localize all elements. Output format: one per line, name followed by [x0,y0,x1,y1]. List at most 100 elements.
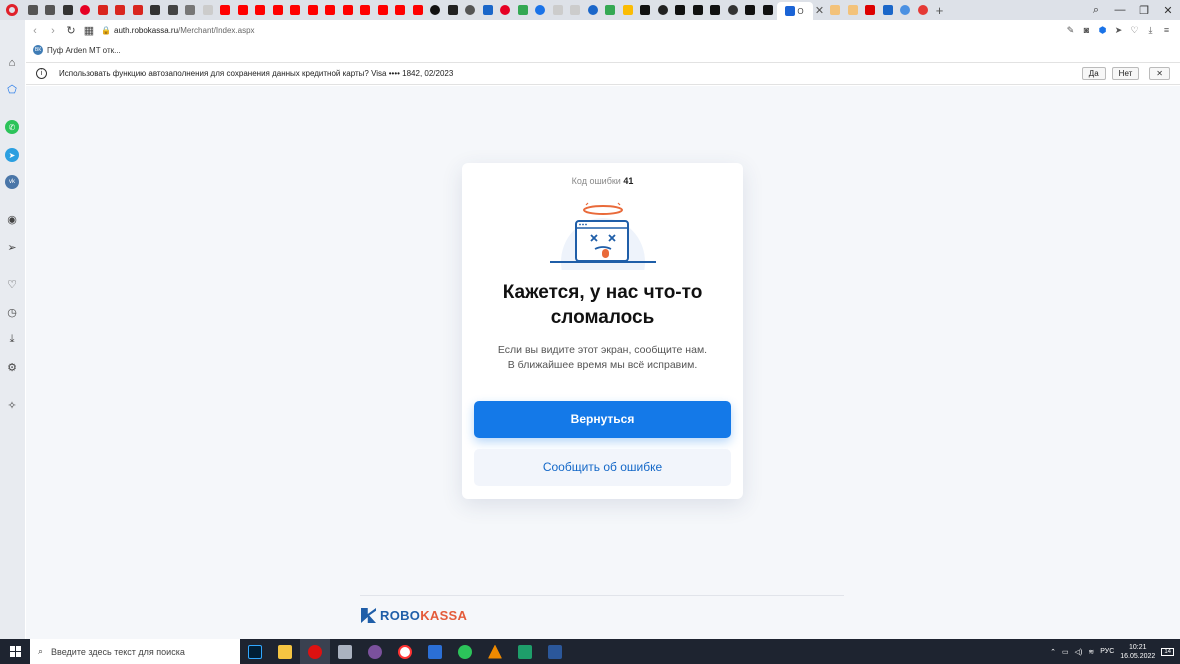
tab[interactable] [94,2,112,18]
tab[interactable] [444,2,462,18]
word-icon[interactable] [540,639,570,664]
tab[interactable] [182,2,200,18]
minimize-icon[interactable]: — [1108,4,1132,16]
download-icon[interactable]: ⤓ [1145,25,1156,36]
tab[interactable] [827,2,845,18]
tab[interactable] [724,2,742,18]
calculator-icon[interactable] [330,639,360,664]
vlc-icon[interactable] [480,639,510,664]
tab[interactable] [897,2,915,18]
tab-drive[interactable] [602,2,620,18]
taskbar-search[interactable]: ⌕ Введите здесь текст для поиска [30,639,240,664]
tab-audio[interactable] [862,2,880,18]
flow-icon[interactable]: ➢ [5,240,19,254]
tab-active-robokassa[interactable]: O [776,2,813,20]
autofill-no-button[interactable]: Нет [1111,67,1140,80]
tab-tiktok[interactable] [689,2,707,18]
tab[interactable] [584,2,602,18]
autofill-yes-button[interactable]: Да [1081,67,1106,80]
bookmark-item[interactable]: Пуф Arden MT отк... [47,46,121,55]
telegram-icon[interactable]: ➤ [5,148,19,162]
tab[interactable] [844,2,862,18]
clock[interactable]: 10:21 16.05.2022 [1120,643,1155,661]
tab-youtube[interactable] [322,2,340,18]
tab[interactable] [879,2,897,18]
tab[interactable] [59,2,77,18]
bookmarks-heart-icon[interactable]: ♡ [5,277,19,291]
tab-search-icon[interactable]: ⌕ [1084,4,1108,17]
tab-youtube[interactable] [269,2,287,18]
file-explorer-icon[interactable] [270,639,300,664]
tab[interactable] [112,2,130,18]
robokassa-logo[interactable]: ROBOKASSA [361,608,467,623]
yandex-browser-icon[interactable] [390,639,420,664]
defender-icon[interactable] [420,639,450,664]
downloads-icon[interactable]: ⤓ [5,332,19,346]
tab[interactable] [497,2,515,18]
tab-tiktok[interactable] [759,2,777,18]
notifications-icon[interactable]: 14 [1161,647,1174,656]
settings-gear-icon[interactable]: ⚙ [5,360,19,374]
lock-icon[interactable]: 🔒 [98,26,114,35]
tab[interactable] [549,2,567,18]
reload-icon[interactable]: ↻ [62,24,80,37]
tab[interactable] [129,2,147,18]
tab-drive[interactable] [619,2,637,18]
tab-youtube[interactable] [392,2,410,18]
tab[interactable] [914,2,932,18]
whatsapp-icon[interactable]: ✆ [5,120,19,134]
tab-youtube[interactable] [304,2,322,18]
tab-tiktok[interactable] [742,2,760,18]
tab-grid[interactable] [42,2,60,18]
close-window-icon[interactable]: ✕ [1156,4,1180,17]
tab-youtube[interactable] [374,2,392,18]
start-button[interactable] [0,639,30,664]
forward-icon[interactable]: › [44,25,62,37]
volume-icon[interactable]: ◁) [1075,648,1083,656]
url-field[interactable]: auth.robokassa.ru/Merchant/Index.aspx [114,26,1065,35]
tips-bulb-icon[interactable]: ✧ [5,398,19,412]
tray-chevron-icon[interactable]: ⌃ [1050,648,1056,656]
edit-icon[interactable]: ✎ [1065,25,1076,36]
new-tab-icon[interactable]: + [932,3,948,18]
heart-icon[interactable]: ♡ [1129,25,1140,36]
photoshop-icon[interactable] [240,639,270,664]
tab[interactable] [462,2,480,18]
tab-youtube[interactable] [287,2,305,18]
report-error-button[interactable]: Сообщить об ошибке [474,449,731,486]
player-icon[interactable]: ◉ [5,212,19,226]
wifi-icon[interactable]: ≋ [1088,648,1094,656]
tab[interactable] [199,2,217,18]
tab[interactable] [147,2,165,18]
tab[interactable] [654,2,672,18]
back-icon[interactable]: ‹ [26,25,44,37]
opera-menu-icon[interactable] [0,0,24,20]
opera-taskbar-icon[interactable] [300,639,330,664]
tab-workspaces[interactable] [24,2,42,18]
tab[interactable] [479,2,497,18]
app-3-icon[interactable] [510,639,540,664]
network-icon[interactable]: ▭ [1062,648,1069,656]
tab-youtube[interactable] [339,2,357,18]
tab-drive[interactable] [514,2,532,18]
tab-youtube[interactable] [357,2,375,18]
tab[interactable] [427,2,445,18]
whatsapp-taskbar-icon[interactable] [450,639,480,664]
speed-dial-icon[interactable]: ⬠ [5,82,19,96]
send-icon[interactable]: ➤ [1113,25,1124,36]
tab[interactable] [77,2,95,18]
tab-tiktok[interactable] [707,2,725,18]
tab-youtube[interactable] [409,2,427,18]
tab-tiktok[interactable] [672,2,690,18]
tab-youtube[interactable] [234,2,252,18]
tab[interactable] [532,2,550,18]
snapshot-icon[interactable]: ◙ [1081,25,1092,36]
easy-setup-icon[interactable]: ≡ [1161,25,1172,36]
tab-youtube[interactable] [217,2,235,18]
vpn-shield-icon[interactable]: ⬢ [1097,25,1108,36]
home-icon[interactable]: ⌂ [5,56,19,70]
tabs-grid-icon[interactable]: ▦ [80,24,98,37]
restore-icon[interactable]: ❐ [1132,4,1156,17]
close-tab-icon[interactable]: ✕ [813,4,827,17]
history-icon[interactable]: ◷ [5,305,19,319]
